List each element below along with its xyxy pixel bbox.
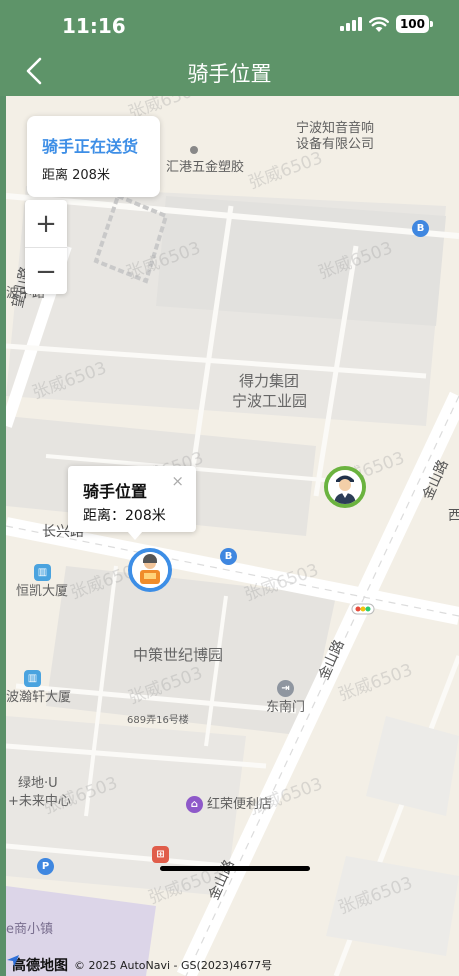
battery-level: 100 xyxy=(395,15,429,33)
delivery-status-card: 骑手正在送货 距离 208米 xyxy=(27,116,160,197)
status-time: 11:16 xyxy=(62,14,126,38)
rider-location-screen: 11:16 100 骑手位置 宁波知音音响 设备有限公司 汇港五金塑胶 得力集团… xyxy=(0,0,459,976)
bus-stop-icon: B xyxy=(412,220,429,237)
rider-popup-distance: 距离：208米 xyxy=(83,508,166,524)
rider-avatar-icon xyxy=(132,552,168,588)
user-location-marker[interactable] xyxy=(324,466,366,508)
map-label-poi-1: 宁波知音音响 xyxy=(296,121,375,136)
parking-icon: P xyxy=(37,858,54,875)
cellular-signal-icon xyxy=(339,17,362,31)
map-label-road-6: 西 xyxy=(448,508,459,524)
map-view[interactable]: 宁波知音音响 设备有限公司 汇港五金塑胶 得力集团 宁波工业园 长兴路 望山路 … xyxy=(6,96,459,976)
header: 11:16 100 骑手位置 xyxy=(0,0,459,96)
map-label-poi-3: 得力集团 xyxy=(239,372,300,390)
shop-icon: ⌂ xyxy=(186,796,203,813)
zoom-control: + − xyxy=(25,200,67,294)
map-label-poi-5: 中策世纪博园 xyxy=(133,646,224,664)
map-attribution: 高德地图 © 2025 AutoNavi - GS(2023)4677号 xyxy=(6,954,459,976)
poi-dot-icon xyxy=(190,146,198,154)
rider-popup-title: 骑手位置 xyxy=(83,482,148,501)
popup-pointer xyxy=(127,531,143,540)
delivery-status-text: 骑手正在送货 xyxy=(42,137,139,156)
map-label-poi-7: 东南门 xyxy=(266,700,306,715)
popup-close-button[interactable]: × xyxy=(171,472,184,490)
map-label-poi-6: 波瀚轩大厦 xyxy=(6,690,72,705)
page-title: 骑手位置 xyxy=(187,62,272,86)
bus-stop-icon: B xyxy=(220,548,237,565)
rider-info-popup: 骑手位置 距离：208米 × xyxy=(68,466,196,532)
zoom-out-button[interactable]: − xyxy=(25,247,67,295)
rider-marker[interactable] xyxy=(128,548,172,592)
map-label-poi-4: 恒凯大厦 xyxy=(16,584,69,599)
map-label-poi-3-line2: 宁波工业园 xyxy=(232,392,308,410)
map-label-poi-2: 汇港五金塑胶 xyxy=(166,160,245,175)
zoom-in-button[interactable]: + xyxy=(25,200,67,247)
building-icon: ▥ xyxy=(24,670,41,687)
battery-indicator: 100 xyxy=(395,15,433,33)
map-label-poi-11: e商小镇 xyxy=(6,922,53,937)
map-label-poi-8: 689弄16号楼 xyxy=(127,715,189,726)
wifi-icon xyxy=(368,16,389,32)
battery-nub xyxy=(430,21,433,27)
delivery-distance-text: 距离 208米 xyxy=(42,168,110,183)
map-copyright: © 2025 AutoNavi - GS(2023)4677号 xyxy=(74,959,273,972)
restaurant-icon: ⊞ xyxy=(152,846,169,863)
building-icon: ▥ xyxy=(34,564,51,581)
amap-logo: 高德地图 xyxy=(12,958,68,974)
gate-icon: ⇥ xyxy=(277,680,294,697)
home-indicator xyxy=(160,866,310,871)
user-avatar-icon xyxy=(328,470,362,504)
navigation-arrow-icon xyxy=(7,955,19,967)
status-icons: 100 xyxy=(339,15,433,33)
